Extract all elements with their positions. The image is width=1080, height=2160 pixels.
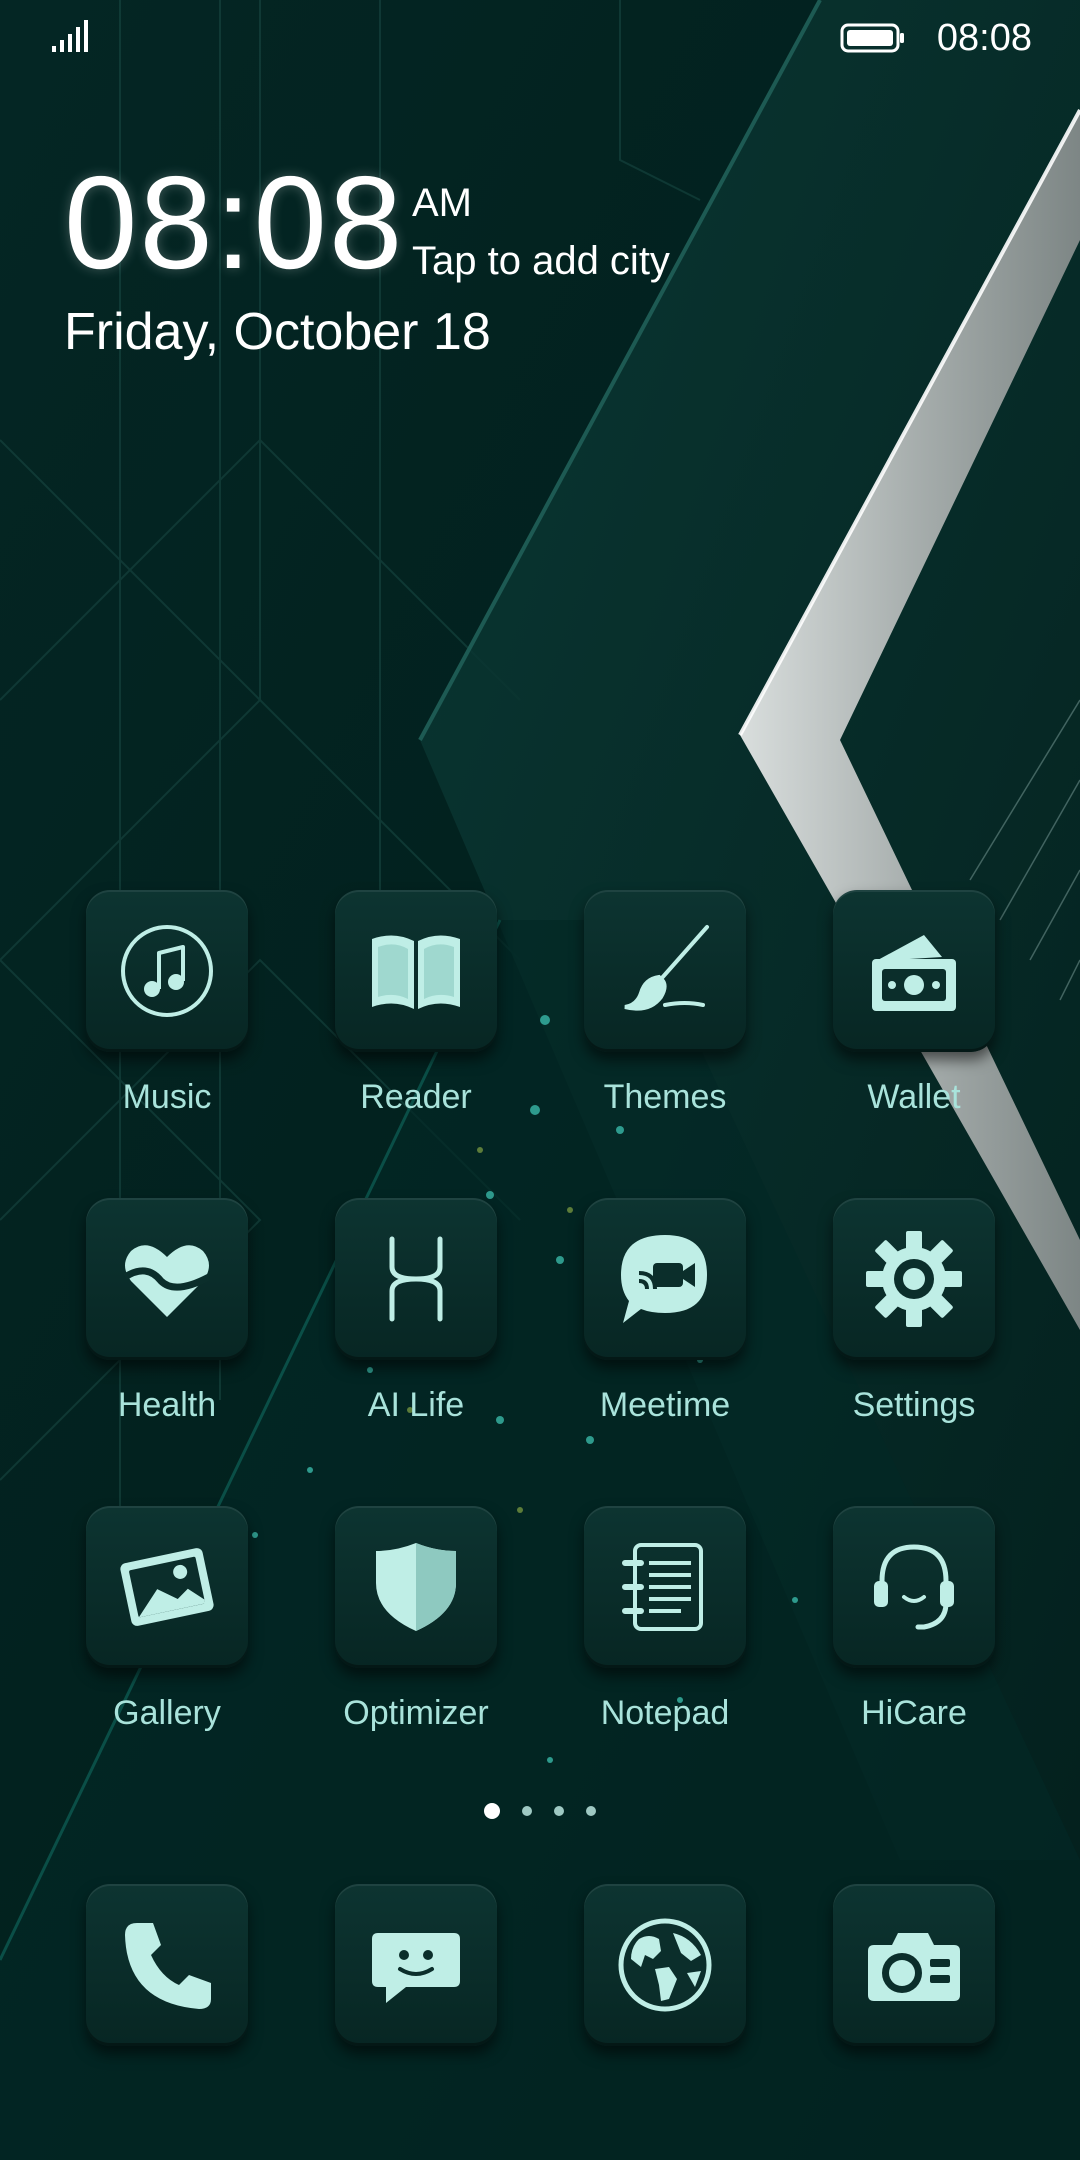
app-label: Notepad [600,1694,730,1732]
music-note-icon [121,925,213,1017]
app-tile[interactable] [833,1198,995,1360]
app-tile[interactable] [833,1506,995,1668]
page-indicator[interactable] [0,1800,1080,1824]
app-tile[interactable] [584,890,746,1052]
app-label: HiCare [861,1694,967,1732]
ai-life-icon [389,1236,443,1322]
dock-browser[interactable] [541,1884,789,2046]
status-bar: 08:08 [0,0,1080,72]
app-tile[interactable] [86,1506,248,1668]
app-reader[interactable]: Reader [292,890,540,1118]
app-tile[interactable] [335,1198,497,1360]
app-settings[interactable]: Settings [790,1198,1038,1426]
video-chat-icon [621,1235,707,1323]
app-label: Optimizer [343,1694,489,1732]
photo-icon [120,1548,214,1626]
page-dot[interactable] [522,1806,532,1816]
signal-icon [52,20,88,52]
dock-phone[interactable] [43,1884,291,2046]
page-dot[interactable] [586,1806,596,1816]
notepad-icon [622,1543,703,1631]
app-themes[interactable]: Themes [541,890,789,1118]
app-label: Wallet [867,1078,961,1116]
page-dot-active[interactable] [484,1803,500,1819]
app-wallet[interactable]: Wallet [790,890,1038,1118]
app-gallery[interactable]: Gallery [43,1506,291,1734]
app-optimizer[interactable]: Optimizer [292,1506,540,1734]
app-tile[interactable] [335,1506,497,1668]
browser-globe-icon [618,1918,712,2012]
gear-icon [866,1231,962,1327]
add-city-link[interactable]: Tap to add city [412,236,670,286]
app-label: Meetime [599,1386,731,1424]
app-meetime[interactable]: Meetime [541,1198,789,1426]
headset-icon [874,1544,954,1630]
phone-icon [125,1923,211,2009]
app-tile[interactable] [86,1198,248,1360]
app-notepad[interactable]: Notepad [541,1506,789,1734]
app-tile[interactable] [335,1884,497,2046]
app-tile[interactable] [86,1884,248,2046]
app-tile[interactable] [833,1884,995,2046]
app-label: Themes [603,1078,727,1116]
app-label: Gallery [113,1694,221,1732]
app-label: Health [117,1386,217,1424]
paintbrush-icon [624,925,709,1011]
app-label: Reader [360,1078,472,1116]
clock-ampm: AM [412,181,472,225]
dock-messages[interactable] [292,1884,540,2046]
wallet-icon [872,935,956,1011]
app-tile[interactable] [833,890,995,1052]
shield-icon [376,1543,456,1631]
heart-icon [123,1245,211,1317]
battery-icon [840,23,904,53]
dock-camera[interactable] [790,1884,1038,2046]
app-label: Settings [852,1386,976,1424]
camera-icon [868,1933,960,2001]
book-icon [372,935,460,1009]
clock-date: Friday, October 18 [64,303,491,361]
app-ai-life[interactable]: AI Life [292,1198,540,1426]
app-tile[interactable] [86,890,248,1052]
clock-time: 08:08 [64,149,405,296]
status-time: 08:08 [936,17,1032,59]
page-dot[interactable] [554,1806,564,1816]
app-label: Music [122,1078,212,1116]
app-health[interactable]: Health [43,1198,291,1426]
app-hicare[interactable]: HiCare [790,1506,1038,1734]
app-music[interactable]: Music [43,890,291,1118]
app-label: AI Life [367,1386,465,1424]
app-tile[interactable] [584,1198,746,1360]
app-tile[interactable] [584,1884,746,2046]
app-tile[interactable] [584,1506,746,1668]
messages-icon [372,1933,460,2003]
app-tile[interactable] [335,890,497,1052]
